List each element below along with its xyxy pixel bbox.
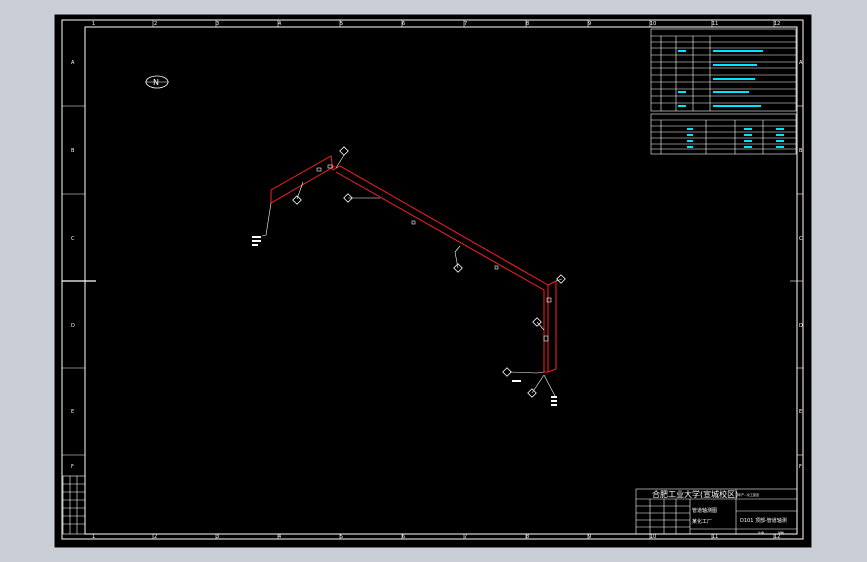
sheet-name: D101 顶部-管道轴测: [740, 517, 787, 524]
zone-number: 4: [278, 21, 281, 27]
zone-number: 5: [340, 21, 343, 27]
drawing-subtitle: 某化工厂: [692, 518, 712, 525]
zone-letter: E: [799, 409, 802, 415]
zone-letter: A: [799, 60, 803, 66]
zone-letter: D: [71, 323, 75, 329]
institution-name: 合肥工业大学(宣城校区): [652, 489, 738, 499]
zone-number: 9: [588, 21, 591, 27]
sheet-count-label: 张数: [778, 530, 784, 535]
zone-number: 4: [278, 534, 281, 540]
zone-number: 7: [464, 21, 467, 27]
zone-letter: F: [799, 464, 802, 470]
zone-letter: B: [71, 148, 75, 154]
scale-label: 比例: [758, 530, 764, 535]
zone-letter: B: [799, 148, 803, 154]
zone-number: 3: [216, 21, 219, 27]
drawing-canvas: 1 2 3 4 5 6 7 8 9 10 11 12 1 2 3 4 5 6 7…: [53, 13, 813, 549]
zone-letter: C: [71, 236, 75, 242]
zone-number: 1: [92, 534, 95, 540]
zone-number: 8: [526, 21, 529, 27]
drawing-sheet: [53, 13, 813, 549]
zone-number: 8: [526, 534, 529, 540]
north-arrow-icon: N: [145, 75, 169, 89]
north-label: N: [153, 78, 159, 87]
zone-number: 3: [216, 534, 219, 540]
zone-number: 1: [92, 21, 95, 27]
project-name: 年产…化工装置: [738, 492, 759, 497]
zone-number: 2: [154, 534, 157, 540]
zone-number: 11: [712, 21, 718, 27]
zone-letter: A: [71, 60, 75, 66]
zone-number: 7: [464, 534, 467, 540]
zone-number: 2: [154, 21, 157, 27]
zone-letter: D: [799, 323, 803, 329]
zone-number: 6: [402, 21, 405, 27]
zone-letter: C: [799, 236, 803, 242]
zone-number: 10: [650, 21, 656, 27]
zone-number: 10: [650, 534, 656, 540]
zone-number: 9: [588, 534, 591, 540]
zone-letter: F: [71, 464, 74, 470]
zone-letter: E: [71, 409, 74, 415]
zone-number: 12: [774, 21, 780, 27]
zone-number: 6: [402, 534, 405, 540]
zone-number: 5: [340, 534, 343, 540]
drawing-name: 管道轴测图: [692, 507, 717, 514]
zone-number: 11: [712, 534, 718, 540]
